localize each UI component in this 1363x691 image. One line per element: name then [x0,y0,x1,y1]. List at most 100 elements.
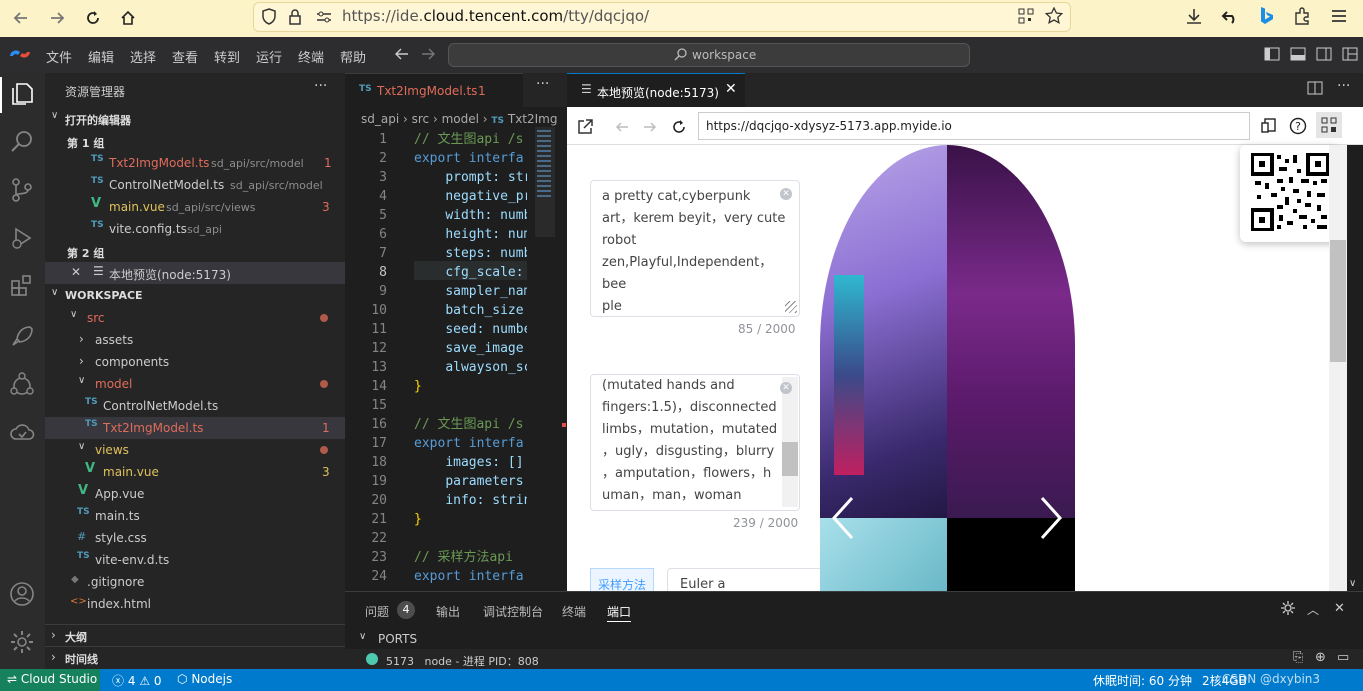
tree-file-viteenv[interactable]: TS vite-env.d.ts [45,549,345,571]
nav-back-icon[interactable] [394,47,410,61]
menu-terminal[interactable]: 终端 [298,47,324,66]
extensions-icon[interactable] [1293,7,1311,25]
search-view-icon[interactable] [8,128,36,156]
tree-folder-components[interactable]: › components [45,351,345,373]
group2-header[interactable]: 第 2 组 [67,245,104,261]
forward-icon[interactable] [43,5,71,31]
preview-icon[interactable]: ▭ [1337,650,1349,665]
maximize-panel-icon[interactable]: ︿ [1307,601,1319,618]
extensions-view-icon[interactable] [8,272,36,300]
source-control-icon[interactable] [8,176,36,204]
network-icon[interactable] [8,370,36,398]
download-icon[interactable] [1185,7,1203,25]
tree-file-maints[interactable]: TS main.ts [45,505,345,527]
star-icon[interactable] [1045,7,1063,25]
menu-help[interactable]: 帮助 [340,47,366,66]
cloud-icon[interactable] [8,418,36,446]
forward-icon[interactable] [642,119,658,135]
tab-problems[interactable]: 问题 [365,603,389,620]
tree-file-gitignore[interactable]: ◆ .gitignore [45,571,345,593]
url-text[interactable]: https://ide.cloud.tencent.com/tty/dqcjqo… [342,7,649,25]
tree-file-indexhtml[interactable]: <> index.html [45,593,345,615]
close-icon[interactable]: ✕ [71,265,81,279]
tab-debug-console[interactable]: 调试控制台 [483,603,543,620]
resize-handle[interactable] [785,301,797,313]
brand-indicator[interactable]: ⇌ Cloud Studio [7,672,97,686]
open-editor-item-controlnet[interactable]: TS ControlNetModel.ts sd_api/src/model [45,174,345,196]
ports-header[interactable]: PORTS [378,632,417,646]
problems-indicator[interactable]: ⓧ 4 ⚠ 0 [112,672,162,689]
tab-output[interactable]: 输出 [436,603,460,620]
group1-header[interactable]: 第 1 组 [67,135,104,151]
open-editor-item-viteconfig[interactable]: TS vite.config.ts sd_api [45,218,345,240]
menu-selection[interactable]: 选择 [130,47,156,66]
chevron-down-icon[interactable]: ∨ [51,287,58,298]
open-external-icon[interactable] [576,118,594,136]
menu-view[interactable]: 查看 [172,47,198,66]
open-editors-header[interactable]: 打开的编辑器 [65,112,131,128]
devices-icon[interactable] [1261,118,1277,134]
tree-file-mainvue[interactable]: V main.vue 3 [45,461,345,483]
image-carousel[interactable] [820,145,1075,591]
textarea-scrollbar-thumb[interactable] [782,442,798,476]
reload-icon[interactable] [79,5,107,31]
preview-scrollbar[interactable] [1329,145,1347,591]
tab-ports[interactable]: 端口 [607,603,631,620]
shield-icon[interactable] [261,8,277,26]
tree-file-txt2img[interactable]: TS Txt2ImgModel.ts 1 [45,417,345,439]
breadcrumb-item[interactable]: sd_api [361,112,399,126]
copy-icon[interactable]: ⎘ [1293,650,1303,665]
rocket-icon[interactable] [8,322,36,350]
preview-scrollbar-thumb[interactable] [1330,240,1346,362]
lock-icon[interactable] [288,8,302,26]
sleep-timer[interactable]: 休眠时间: 60 分钟 [1093,672,1192,689]
timeline-header[interactable]: 时间线 [65,651,98,667]
chevron-right-icon[interactable]: › [51,628,56,642]
more-actions-icon[interactable]: ··· [314,78,327,94]
reload-icon[interactable] [670,118,688,136]
editor-tab-txt2img[interactable]: TS Txt2ImgModel.ts 1 [345,73,523,107]
clear-icon[interactable]: ✕ [780,382,792,394]
toggle-secondary-sidebar-icon[interactable] [1316,46,1332,62]
globe-icon[interactable]: ⊕ [1315,650,1326,665]
help-icon[interactable]: ? [1289,117,1307,135]
breadcrumb-item[interactable]: src [412,112,430,126]
nav-forward-icon[interactable] [420,47,436,61]
explorer-icon[interactable] [8,80,36,108]
undo-icon[interactable] [1221,7,1239,25]
toggle-sidebar-icon[interactable] [1264,46,1280,62]
more-actions-icon[interactable]: ··· [1337,78,1350,94]
open-editor-item-txt2img[interactable]: TS Txt2ImgModel.ts sd_api/src/model 1 [45,152,345,174]
tree-folder-assets[interactable]: › assets [45,329,345,351]
preview-url-input[interactable]: https://dqcjqo-xdysyz-5173.app.myide.io [698,112,1250,140]
carousel-next-icon[interactable] [1038,495,1064,541]
close-icon[interactable]: ✕ [725,81,737,97]
tree-folder-model[interactable]: ∨ model [45,373,345,395]
qr-code-icon[interactable] [1018,8,1034,24]
tree-file-appvue[interactable]: V App.vue [45,483,345,505]
tree-file-controlnet[interactable]: TS ControlNetModel.ts [45,395,345,417]
open-editor-item-mainvue[interactable]: V main.vue sd_api/src/views 3 [45,196,345,218]
menu-run[interactable]: 运行 [256,47,282,66]
toggle-panel-icon[interactable] [1290,46,1306,62]
chevron-right-icon[interactable]: › [51,650,56,664]
open-editor-item-preview[interactable]: ✕ ☰ 本地预览(node:5173) [45,262,345,284]
split-editor-icon[interactable] [1307,80,1323,96]
outline-header[interactable]: 大纲 [65,629,87,645]
menu-go[interactable]: 转到 [214,47,240,66]
menu-file[interactable]: 文件 [46,47,72,66]
account-icon[interactable] [8,580,36,608]
tree-file-stylecss[interactable]: # style.css [45,527,345,549]
settings-gear-icon[interactable] [1280,600,1296,616]
tree-folder-views[interactable]: ∨ views [45,439,345,461]
home-icon[interactable] [114,5,142,31]
site-settings-icon[interactable] [315,9,333,25]
preview-tab[interactable]: ☰ 本地预览(node:5173) ✕ [567,73,745,107]
workspace-header[interactable]: WORKSPACE [65,289,143,302]
close-panel-icon[interactable]: ✕ [1334,601,1345,616]
tab-terminal[interactable]: 终端 [562,603,586,620]
breadcrumb-item[interactable]: Txt2Img [508,112,558,126]
back-icon[interactable] [614,119,630,135]
runtime-indicator[interactable]: ⬡ Nodejs [177,672,232,686]
back-icon[interactable] [7,5,35,31]
